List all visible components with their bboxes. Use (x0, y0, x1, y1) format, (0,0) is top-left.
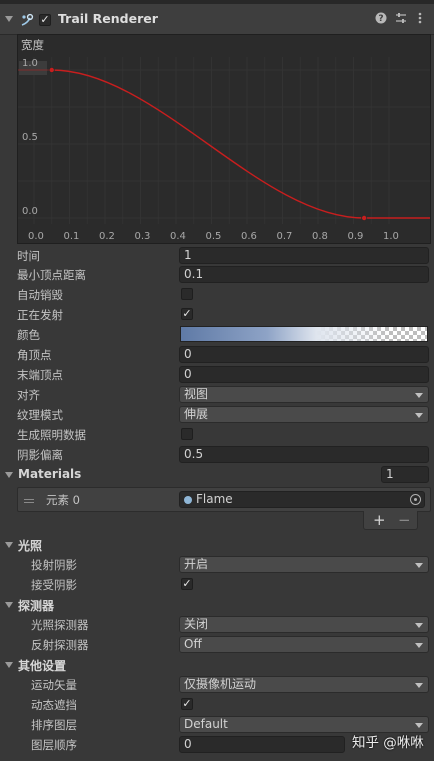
x-tick-label: 0.7 (277, 231, 293, 242)
materials-count-field[interactable]: 1 (381, 466, 429, 483)
emitting-checkbox[interactable]: ✓ (181, 308, 193, 320)
materials-fold-arrow-icon[interactable] (5, 472, 13, 478)
width-curve-editor[interactable]: 1.0 0.5 0.0 0.0 0.1 0.2 0.3 0.4 0.5 0.6 0.7 0.8 0.9 1… (17, 34, 431, 244)
chevron-down-icon (415, 413, 423, 418)
material-name: Flame (196, 492, 233, 506)
x-tick-label: 0.5 (206, 231, 222, 242)
generate-lighting-data-checkbox[interactable] (181, 428, 193, 440)
material-object-field[interactable]: Flame (179, 491, 425, 508)
motion-vectors-label: 运动矢量 (31, 678, 77, 692)
list-add-remove-controls: + − (363, 511, 418, 530)
order-in-layer-field[interactable]: 0 (179, 736, 345, 753)
trail-renderer-icon (21, 13, 34, 26)
chevron-down-icon (415, 623, 423, 628)
material-element-label: 元素 0 (46, 493, 80, 507)
curve-keyframe (48, 67, 55, 74)
reflection-probes-dropdown[interactable]: Off (179, 636, 429, 653)
min-vertex-distance-field[interactable]: 0.1 (179, 266, 429, 283)
cast-shadows-value: 开启 (184, 557, 209, 571)
reflection-probes-label: 反射探测器 (31, 638, 89, 652)
chevron-down-icon (415, 393, 423, 398)
y-tick-label: 0.5 (22, 132, 38, 143)
shadow-bias-label: 阴影偏离 (17, 448, 63, 462)
cast-shadows-dropdown[interactable]: 开启 (179, 556, 429, 573)
alignment-dropdown[interactable]: 视图 (179, 386, 429, 403)
alignment-value: 视图 (184, 387, 209, 401)
reflection-probes-value: Off (184, 637, 202, 651)
remove-element-button[interactable]: − (398, 511, 411, 529)
component-enabled-checkbox[interactable]: ✓ (39, 14, 51, 26)
x-tick-label: 0.8 (312, 231, 328, 242)
probes-header[interactable]: 探测器 (18, 597, 54, 614)
drag-handle-icon[interactable] (24, 499, 34, 500)
time-label: 时间 (17, 249, 40, 263)
end-cap-vertices-label: 末端顶点 (17, 368, 63, 382)
component-title: Trail Renderer (58, 11, 158, 26)
more-icon[interactable] (413, 12, 427, 26)
y-tick-label: 0.0 (22, 206, 38, 217)
min-vertex-distance-label: 最小顶点距离 (17, 268, 86, 282)
texture-mode-label: 纹理模式 (17, 408, 63, 422)
width-curve-label: 宽度 (21, 38, 44, 52)
add-element-button[interactable]: + (373, 511, 386, 529)
width-curve-plot[interactable]: 1.0 0.5 0.0 0.0 0.1 0.2 0.3 0.4 0.5 0.6 0.7 0.8 0.9 1… (18, 35, 430, 243)
receive-shadows-checkbox[interactable]: ✓ (181, 578, 193, 590)
dynamic-occlusion-checkbox[interactable]: ✓ (181, 698, 193, 710)
fold-arrow-icon[interactable] (5, 16, 13, 22)
autodestruct-checkbox[interactable] (181, 288, 193, 300)
other-settings-fold-arrow-icon[interactable] (5, 662, 13, 668)
texture-mode-dropdown[interactable]: 伸展 (179, 406, 429, 423)
light-probes-dropdown[interactable]: 关闭 (179, 616, 429, 633)
end-cap-vertices-field[interactable]: 0 (179, 366, 429, 383)
emitting-label: 正在发射 (17, 308, 63, 322)
y-tick-label: 1.0 (22, 58, 38, 69)
motion-vectors-value: 仅摄像机运动 (184, 677, 257, 691)
curve-keyframe (361, 214, 368, 221)
chevron-down-icon (415, 723, 423, 728)
preset-icon[interactable] (394, 12, 408, 26)
color-gradient-field[interactable] (180, 326, 428, 342)
x-tick-label: 0.4 (170, 231, 186, 242)
shadow-bias-field[interactable]: 0.5 (179, 446, 429, 463)
x-tick-label: 0.2 (99, 231, 115, 242)
lighting-header[interactable]: 光照 (18, 537, 42, 554)
other-settings-header[interactable]: 其他设置 (18, 657, 66, 674)
light-probes-label: 光照探测器 (31, 618, 89, 632)
probes-fold-arrow-icon[interactable] (5, 602, 13, 608)
corner-vertices-field[interactable]: 0 (179, 346, 429, 363)
time-field[interactable]: 1 (179, 247, 429, 264)
color-label: 颜色 (17, 328, 40, 342)
x-tick-label: 0.3 (135, 231, 151, 242)
svg-text:?: ? (378, 14, 383, 24)
corner-vertices-label: 角顶点 (17, 348, 52, 362)
x-tick-label: 0.6 (241, 231, 257, 242)
object-picker-icon[interactable] (410, 494, 421, 505)
order-in-layer-label: 图层顺序 (31, 738, 77, 752)
dynamic-occlusion-label: 动态遮挡 (31, 698, 77, 712)
materials-header[interactable]: Materials (18, 467, 81, 481)
autodestruct-label: 自动销毁 (17, 288, 63, 302)
lighting-fold-arrow-icon[interactable] (5, 542, 13, 548)
sorting-layer-value: Default (184, 717, 228, 731)
alignment-label: 对齐 (17, 388, 40, 402)
cast-shadows-label: 投射阴影 (31, 558, 77, 572)
x-tick-label: 0.1 (64, 231, 80, 242)
chevron-down-icon (415, 643, 423, 648)
material-icon (184, 496, 192, 504)
sorting-layer-label: 排序图层 (31, 718, 77, 732)
receive-shadows-label: 接受阴影 (31, 578, 77, 592)
x-tick-label: 1.0 (383, 231, 399, 242)
light-probes-value: 关闭 (184, 617, 209, 631)
help-icon[interactable]: ? (374, 12, 388, 26)
x-tick-label: 0.0 (28, 231, 44, 242)
component-header[interactable]: ✓ Trail Renderer ? (0, 4, 434, 35)
watermark: 知乎 @咻咻 (352, 735, 424, 751)
texture-mode-value: 伸展 (184, 407, 209, 421)
generate-lighting-data-label: 生成照明数据 (17, 428, 86, 442)
motion-vectors-dropdown[interactable]: 仅摄像机运动 (179, 676, 429, 693)
chevron-down-icon (415, 683, 423, 688)
x-tick-label: 0.9 (348, 231, 364, 242)
materials-list: 元素 0 Flame (17, 487, 431, 512)
chevron-down-icon (415, 563, 423, 568)
